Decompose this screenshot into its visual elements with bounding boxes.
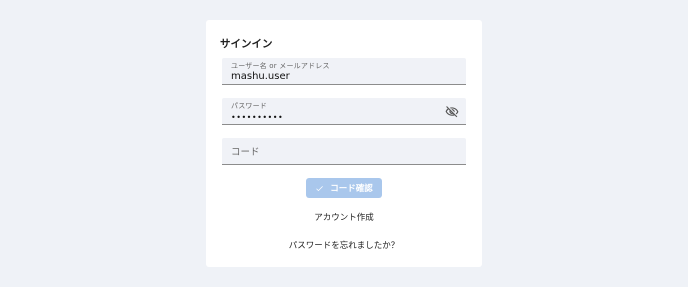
verify-code-button[interactable]: コード確認 bbox=[306, 178, 382, 198]
password-input[interactable] bbox=[231, 110, 441, 124]
username-field[interactable]: ユーザー名 or メールアドレス bbox=[222, 58, 466, 85]
password-field[interactable]: パスワード bbox=[222, 98, 466, 125]
create-account-link[interactable]: アカウント作成 bbox=[206, 211, 482, 223]
verify-code-label: コード確認 bbox=[330, 184, 373, 194]
code-input[interactable] bbox=[231, 145, 441, 159]
check-icon bbox=[316, 185, 324, 191]
eye-off-icon[interactable] bbox=[445, 105, 459, 119]
signin-card: サインイン ユーザー名 or メールアドレス パスワード コード確認 アカウント… bbox=[206, 20, 482, 267]
page-title: サインイン bbox=[220, 38, 273, 50]
forgot-password-link[interactable]: パスワードを忘れましたか？ bbox=[206, 239, 482, 251]
code-field[interactable] bbox=[222, 138, 466, 165]
username-input[interactable] bbox=[231, 69, 441, 83]
